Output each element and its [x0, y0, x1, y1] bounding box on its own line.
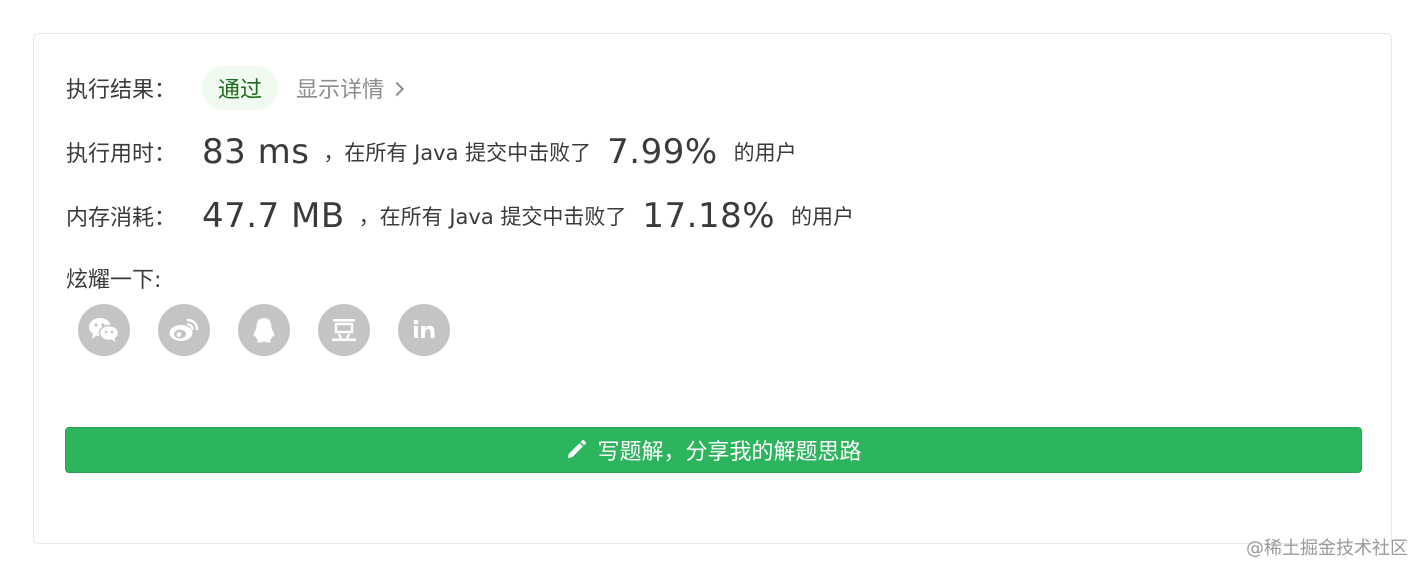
- linkedin-icon: [413, 319, 435, 338]
- watermark: @稀土掘金技术社区: [1246, 538, 1408, 559]
- show-details-link[interactable]: 显示详情: [296, 72, 405, 104]
- runtime-value: 83 ms: [202, 132, 310, 172]
- result-label: 执行结果：: [66, 78, 177, 103]
- runtime-row: 执行用时： 83 ms ，在所有 Java 提交中击败了 7.99% 的用户: [66, 132, 797, 172]
- chevron-right-icon: [389, 81, 405, 97]
- qq-icon: [253, 318, 275, 343]
- runtime-label: 执行用时：: [66, 142, 177, 167]
- share-label-row: 炫耀一下:: [66, 262, 202, 294]
- pencil-icon: [565, 439, 587, 461]
- linkedin-share-button[interactable]: [398, 304, 450, 356]
- runtime-beat-text: ，在所有 Java 提交中击败了: [323, 141, 592, 165]
- weibo-icon: [169, 318, 199, 341]
- wechat-icon: [89, 318, 120, 342]
- runtime-percent: 7.99%: [607, 132, 718, 172]
- status-badge: 通过: [202, 66, 279, 110]
- weibo-share-button[interactable]: [158, 304, 210, 356]
- share-label: 炫耀一下:: [66, 268, 162, 293]
- memory-label: 内存消耗：: [66, 206, 177, 231]
- runtime-suffix: 的用户: [733, 141, 797, 165]
- memory-beat-text: ，在所有 Java 提交中击败了: [358, 205, 627, 229]
- submission-result-card: 执行结果： 通过 显示详情 执行用时： 83 ms ，在所有 Java 提交中击…: [33, 33, 1392, 544]
- write-solution-label: 写题解，分享我的解题思路: [597, 440, 862, 465]
- show-details-label: 显示详情: [296, 78, 385, 103]
- result-row: 执行结果： 通过 显示详情: [66, 66, 405, 110]
- qq-share-button[interactable]: [238, 304, 290, 356]
- memory-row: 内存消耗： 47.7 MB ，在所有 Java 提交中击败了 17.18% 的用…: [66, 196, 854, 236]
- wechat-share-button[interactable]: [78, 304, 130, 356]
- memory-suffix: 的用户: [791, 205, 855, 229]
- write-solution-button[interactable]: 写题解，分享我的解题思路: [65, 427, 1362, 473]
- douban-share-button[interactable]: [318, 304, 370, 356]
- memory-percent: 17.18%: [642, 196, 776, 236]
- share-icons: [78, 304, 450, 356]
- memory-value: 47.7 MB: [202, 196, 345, 236]
- douban-icon: [332, 319, 356, 342]
